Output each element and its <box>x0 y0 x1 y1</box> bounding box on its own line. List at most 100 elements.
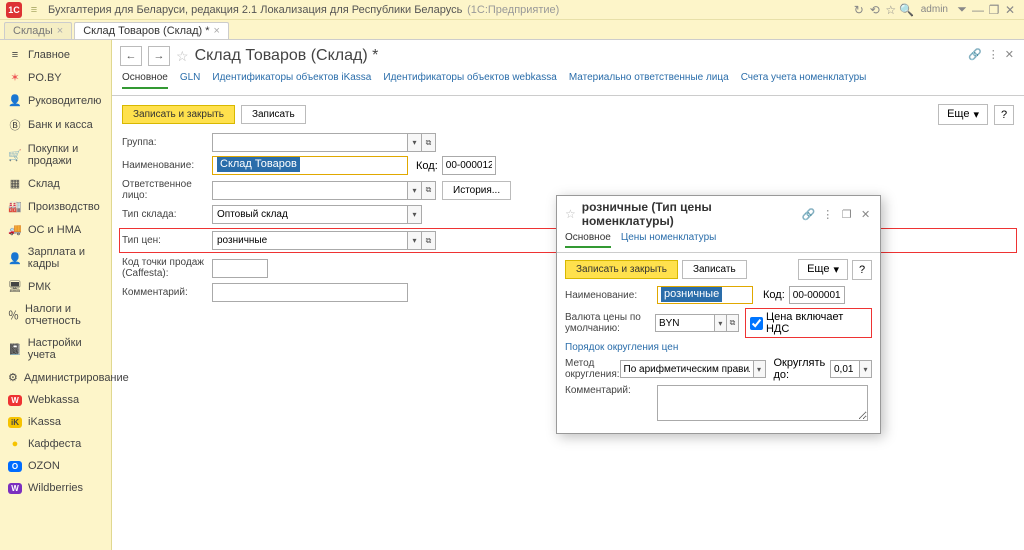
form-tab[interactable]: Материально ответственные лица <box>569 72 729 89</box>
maximize-icon[interactable]: ❐ <box>986 3 1002 17</box>
chevron-down-icon[interactable]: ▾ <box>860 360 872 378</box>
close-icon[interactable]: ✕ <box>1005 48 1014 61</box>
sidebar-item[interactable]: 🖥РМК <box>0 275 111 298</box>
chevron-down-icon[interactable]: ▾ <box>408 205 422 224</box>
sidebar-item[interactable]: 🚚ОС и НМА <box>0 218 111 241</box>
sidebar-item[interactable]: ％Налоги и отчетность <box>0 298 111 332</box>
more-button[interactable]: Еще▾ <box>938 104 988 125</box>
sidebar-item[interactable]: WWebkassa <box>0 389 111 411</box>
sidebar-item[interactable]: iKiKassa <box>0 411 111 433</box>
sidebar-item[interactable]: ✶PO.BY <box>0 66 111 89</box>
form-tab[interactable]: Счета учета номенклатуры <box>741 72 867 89</box>
code-label: Код: <box>416 160 438 172</box>
favorite-star-icon[interactable]: ☆ <box>176 48 189 65</box>
warehouse-type-input[interactable] <box>212 205 408 224</box>
vat-label: Цена включает НДС <box>766 311 867 335</box>
popup-save-close-button[interactable]: Записать и закрыть <box>565 260 678 279</box>
back-button[interactable]: ← <box>120 46 142 66</box>
sidebar-item[interactable]: 👤Руководителю <box>0 89 111 112</box>
sidebar-icon: 🛒 <box>8 149 22 162</box>
round-to-input[interactable] <box>830 360 860 378</box>
open-icon[interactable]: ⧉ <box>422 133 436 152</box>
round-method-input[interactable] <box>620 360 754 378</box>
sidebar-item[interactable]: 📓Настройки учета <box>0 332 111 366</box>
chevron-down-icon[interactable]: ▾ <box>408 231 422 250</box>
popup-comment-input[interactable] <box>657 385 868 421</box>
save-button[interactable]: Записать <box>241 105 306 124</box>
name-input[interactable]: Склад Товаров <box>212 156 408 175</box>
comment-label: Комментарий: <box>122 287 212 298</box>
link-icon[interactable]: 🔗 <box>802 208 816 221</box>
tab-close-icon[interactable]: × <box>214 25 220 37</box>
form-tab[interactable]: Основное <box>122 72 168 89</box>
chevron-down-icon[interactable]: ▾ <box>408 181 422 200</box>
round-method-label: Метод округления: <box>565 358 620 380</box>
sidebar-label: Налоги и отчетность <box>25 303 103 327</box>
tab-item[interactable]: Склад Товаров (Склад) * × <box>74 22 229 39</box>
history-icon[interactable]: ⟲ <box>867 3 883 17</box>
settings-dropdown-icon[interactable]: ⏷ <box>954 2 970 17</box>
user-label[interactable]: admin <box>921 4 948 15</box>
open-icon[interactable]: ⧉ <box>422 231 436 250</box>
minimize-icon[interactable]: — <box>970 3 986 17</box>
chevron-down-icon[interactable]: ▾ <box>715 314 727 332</box>
star-icon[interactable]: ☆ <box>883 3 899 17</box>
sidebar-item[interactable]: 🛒Покупки и продажи <box>0 138 111 172</box>
sidebar-item[interactable]: 👤Зарплата и кадры <box>0 241 111 275</box>
more-icon[interactable]: ⋮ <box>821 208 834 221</box>
popup-name-input[interactable]: розничные <box>657 286 753 304</box>
app-logo-icon: 1C <box>6 2 22 18</box>
sidebar-item[interactable]: 🏭Производство <box>0 195 111 218</box>
sidebar-item[interactable]: ▦Склад <box>0 172 111 195</box>
popup-more-button[interactable]: Еще▾ <box>798 259 848 280</box>
chevron-down-icon[interactable]: ▾ <box>754 360 766 378</box>
open-icon[interactable]: ⧉ <box>422 181 436 200</box>
app-title: Бухгалтерия для Беларуси, редакция 2.1 Л… <box>48 4 559 16</box>
help-button[interactable]: ? <box>994 105 1014 125</box>
title-text: Бухгалтерия для Беларуси, редакция 2.1 Л… <box>48 4 462 16</box>
popup-save-button[interactable]: Записать <box>682 260 747 279</box>
popup-help-button[interactable]: ? <box>852 260 872 280</box>
link-icon[interactable]: 🔗 <box>968 48 982 61</box>
chevron-down-icon[interactable]: ▾ <box>408 133 422 152</box>
open-icon[interactable]: ⧉ <box>727 314 739 332</box>
form-tab[interactable]: Идентификаторы объектов webkassa <box>383 72 556 89</box>
group-input[interactable] <box>212 133 408 152</box>
form-tab[interactable]: GLN <box>180 72 201 89</box>
vat-checkbox[interactable] <box>750 317 763 330</box>
rounding-section[interactable]: Порядок округления цен <box>565 342 872 353</box>
close-icon[interactable]: ✕ <box>859 208 872 221</box>
close-window-icon[interactable]: ✕ <box>1002 3 1018 17</box>
history-button[interactable]: История... <box>442 181 511 200</box>
favorite-star-icon[interactable]: ☆ <box>565 207 576 221</box>
more-icon[interactable]: ⋮ <box>988 48 999 61</box>
sidebar-item[interactable]: ●Каффеста <box>0 433 111 455</box>
sidebar-label: Настройки учета <box>28 337 103 361</box>
comment-input[interactable] <box>212 283 408 302</box>
pos-input[interactable] <box>212 259 268 278</box>
code-input[interactable] <box>442 156 496 175</box>
expand-icon[interactable]: ❐ <box>840 208 853 221</box>
price-type-input[interactable] <box>212 231 408 250</box>
sidebar-item[interactable]: OOZON <box>0 455 111 477</box>
form-tab[interactable]: Идентификаторы объектов iKassa <box>212 72 371 89</box>
sidebar-icon: 👤 <box>8 94 22 107</box>
search-icon[interactable]: 🔍 <box>899 3 915 17</box>
tab-close-icon[interactable]: × <box>57 25 63 37</box>
sidebar-item[interactable]: WWildberries <box>0 477 111 499</box>
popup-tabs: Основное Цены номенклатуры <box>557 232 880 253</box>
reload-icon[interactable]: ↻ <box>851 3 867 17</box>
popup-code-input[interactable] <box>789 286 845 304</box>
forward-button[interactable]: → <box>148 46 170 66</box>
hamburger-icon[interactable]: ≡ <box>26 4 42 16</box>
sidebar-item[interactable]: ⚙Администрирование <box>0 366 111 389</box>
tab-item[interactable]: Склады × <box>4 22 72 39</box>
popup-tab[interactable]: Основное <box>565 232 611 248</box>
save-close-button[interactable]: Записать и закрыть <box>122 105 235 124</box>
currency-input[interactable] <box>655 314 715 332</box>
sidebar-item[interactable]: ⒷБанк и касса <box>0 112 111 138</box>
responsible-input[interactable] <box>212 181 408 200</box>
sidebar-item[interactable]: ≡Главное <box>0 44 111 66</box>
popup-tab[interactable]: Цены номенклатуры <box>621 232 716 248</box>
tab-label: Склад Товаров (Склад) * <box>83 25 209 37</box>
